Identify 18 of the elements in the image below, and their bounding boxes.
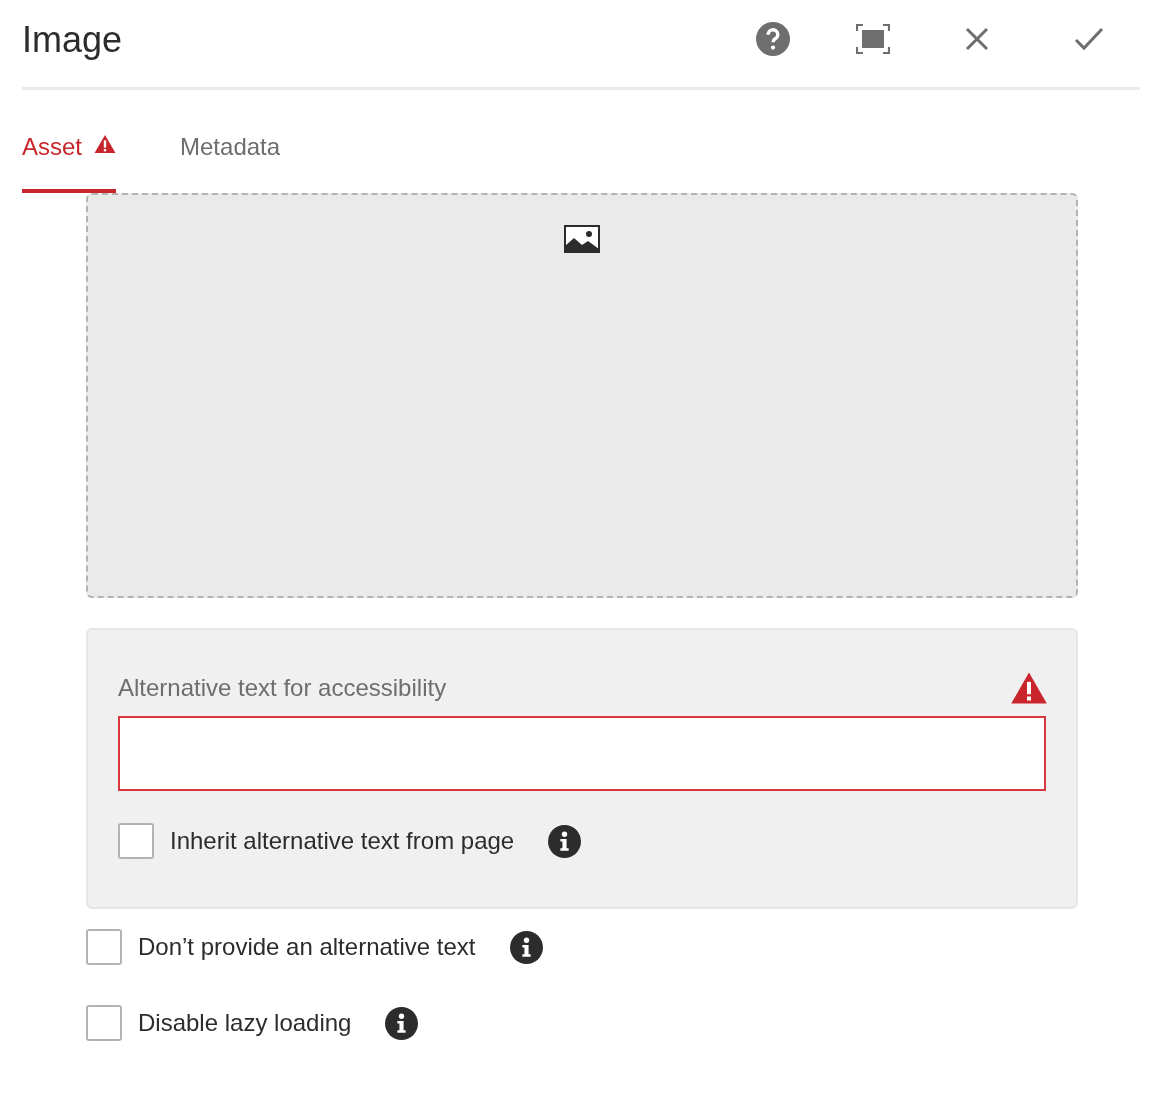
- fullscreen-icon[interactable]: [856, 23, 890, 54]
- close-icon[interactable]: [965, 26, 989, 51]
- info-icon[interactable]: [548, 824, 582, 858]
- help-icon[interactable]: [756, 21, 790, 56]
- checkbox-label: Don’t provide an alternative text: [138, 932, 476, 962]
- checkbox[interactable]: [86, 929, 122, 965]
- image-icon: [564, 225, 600, 253]
- checkbox-label: Inherit alternative text from page: [170, 826, 515, 856]
- checkbox[interactable]: [86, 1005, 122, 1041]
- field-label: Alternative text for accessibility: [118, 673, 447, 703]
- input-field[interactable]: [118, 716, 1046, 791]
- info-icon[interactable]: [385, 1006, 419, 1040]
- info-icon[interactable]: [509, 930, 543, 964]
- checkmark-icon[interactable]: [1074, 26, 1104, 51]
- checkbox[interactable]: [118, 823, 154, 859]
- tab[interactable]: Metadata: [180, 108, 281, 193]
- dialog-title: Image: [22, 17, 123, 62]
- checkbox-label: Disable lazy loading: [138, 1008, 352, 1038]
